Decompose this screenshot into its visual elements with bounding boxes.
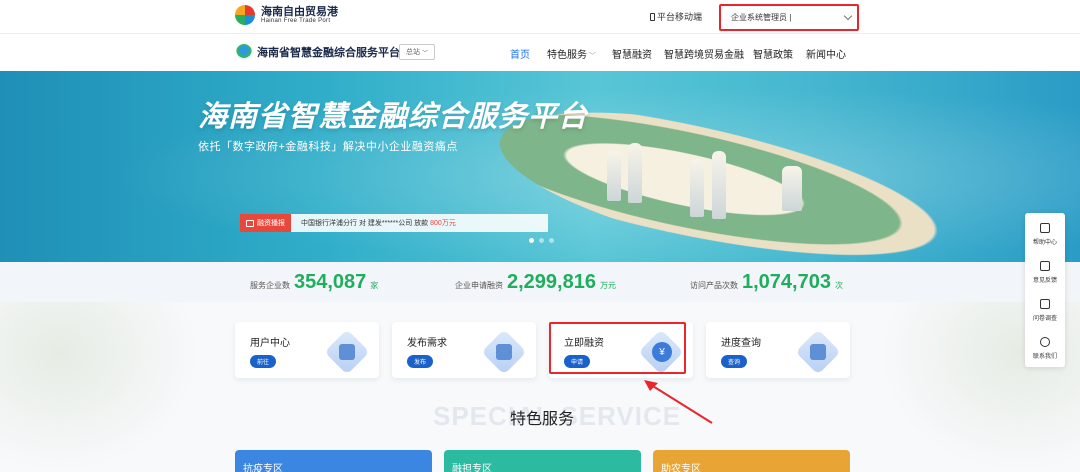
stat-value: 2,299,816: [507, 271, 596, 293]
carousel-dots: [529, 238, 554, 243]
chevron-down-icon: ﹀: [421, 50, 428, 57]
hainan-ftp-logo[interactable]: 海南自由贸易港 Hainan Free Trade Port: [235, 5, 338, 25]
stat-unit: 次: [834, 281, 843, 290]
chevron-down-icon: [843, 11, 853, 21]
query-button[interactable]: 查询: [721, 355, 748, 368]
section-title: 特色服务: [510, 411, 575, 428]
zone-agriculture[interactable]: 助农专区: [653, 450, 850, 472]
go-button[interactable]: 前往: [250, 355, 277, 368]
stat-product-visits: 访问产品次数 1,074,703 次: [690, 271, 843, 294]
stat-value: 1,074,703: [742, 271, 831, 293]
card-title: 发布需求: [407, 338, 447, 349]
contact-us-button[interactable]: 联系我们: [1025, 331, 1065, 367]
platform-logo-icon: [236, 44, 252, 60]
banner-tower-image: [712, 151, 726, 219]
stats-bar: 服务企业数 354,087 家 企业申请融资 2,299,816 万元 访问产品…: [0, 262, 1080, 302]
stat-unit: 万元: [599, 281, 616, 290]
carousel-dot[interactable]: [539, 238, 544, 243]
ticker-message-text: 中国银行洋浦分行 对 建发******公司 放款: [301, 220, 429, 227]
stat-value: 354,087: [294, 271, 367, 293]
publish-button[interactable]: 发布: [407, 355, 434, 368]
page: 海南自由贸易港 Hainan Free Trade Port 平台移动端 企业系…: [0, 0, 1080, 472]
card-title: 用户中心: [250, 338, 290, 349]
mobile-platform-label: 平台移动端: [657, 12, 703, 22]
nav-item-cross-border-finance[interactable]: 智慧跨境贸易金融: [664, 46, 744, 61]
chat-icon: [1040, 223, 1050, 233]
float-label: 问卷调查: [1032, 316, 1057, 322]
nav-item-home[interactable]: 首页: [510, 46, 530, 61]
survey-button[interactable]: 问卷调查: [1025, 293, 1065, 329]
hainan-logo-icon: [235, 5, 255, 25]
phone-icon: [1040, 337, 1050, 347]
main-content: 用户中心 前往 发布需求 发布 立即融资 申请 ¥ 进度查询 查询 SPECIA…: [0, 302, 1080, 472]
ticker-amount: 800万元: [430, 220, 456, 227]
user-role-highlight: 企业系统管理员 |: [719, 4, 859, 31]
apply-button[interactable]: 申请: [564, 355, 591, 368]
hero-banner[interactable]: 海南省智慧金融综合服务平台 依托「数字政府+金融科技」解决中小企业融资痛点 融资…: [0, 71, 1080, 262]
platform-name: 海南省智慧金融综合服务平台: [257, 47, 400, 59]
stat-label: 服务企业数: [250, 281, 290, 290]
ticker-tag: 融资播报: [240, 214, 291, 232]
user-role-select[interactable]: 企业系统管理员 |: [729, 9, 853, 26]
nav-item-special-services[interactable]: 特色服务 ﹀: [547, 46, 596, 61]
yuan-coin-icon: ¥: [652, 342, 672, 362]
card-user-center[interactable]: 用户中心 前往: [235, 322, 379, 378]
mobile-platform-link[interactable]: 平台移动端: [650, 10, 702, 23]
stat-served-companies: 服务企业数 354,087 家: [250, 271, 378, 294]
banner-tower-image: [628, 143, 642, 203]
nav-item-smart-policy[interactable]: 智慧政策: [753, 46, 793, 61]
nav-item-news[interactable]: 新闻中心: [806, 46, 846, 61]
feedback-button[interactable]: 意见反馈: [1025, 255, 1065, 291]
main-nav-bar: 海南省智慧金融综合服务平台 总站 ﹀ 首页 特色服务 ﹀ 智慧融资 智慧跨境贸易…: [0, 34, 1080, 71]
zone-anti-epidemic[interactable]: 抗疫专区: [235, 450, 432, 472]
nav-item-label: 特色服务: [547, 50, 587, 61]
float-label: 意见反馈: [1032, 278, 1057, 284]
palm-decoration: [0, 302, 200, 472]
stat-label: 企业申请融资: [455, 281, 503, 290]
platform-logo[interactable]: 海南省智慧金融综合服务平台: [236, 44, 400, 60]
monitor-icon: [339, 344, 355, 360]
card-progress-query[interactable]: 进度查询 查询: [706, 322, 850, 378]
card-title: 进度查询: [721, 338, 761, 349]
user-role-value: 企业系统管理员 |: [731, 13, 792, 22]
region-select[interactable]: 总站 ﹀: [399, 44, 435, 60]
speaker-icon: [246, 219, 254, 227]
stat-unit: 家: [370, 281, 379, 290]
card-publish-demand[interactable]: 发布需求 发布: [392, 322, 536, 378]
banner-subtitle: 依托「数字政府+金融科技」解决中小企业融资痛点: [198, 141, 458, 153]
banner-tower-image: [782, 166, 802, 211]
region-value: 总站: [405, 49, 420, 56]
card-title: 立即融资: [564, 338, 604, 349]
carousel-dot[interactable]: [529, 238, 534, 243]
ticker-tag-label: 融资播报: [257, 220, 285, 227]
logo-title-en: Hainan Free Trade Port: [261, 18, 331, 24]
float-label: 联系我们: [1032, 354, 1057, 360]
edit-icon: [1040, 261, 1050, 271]
logo-title-cn: 海南自由贸易港: [261, 6, 338, 18]
float-label: 帮助中心: [1032, 240, 1057, 246]
card-apply-financing[interactable]: 立即融资 申请 ¥: [549, 322, 693, 378]
ticker-message: 中国银行洋浦分行 对 建发******公司 放款 800万元: [291, 218, 456, 228]
stat-financing-applied: 企业申请融资 2,299,816 万元: [455, 271, 616, 294]
floating-help-menu: 帮助中心 意见反馈 问卷调查 联系我们: [1025, 213, 1065, 367]
edit-doc-icon: [496, 344, 512, 360]
zone-guarantee[interactable]: 融担专区: [444, 450, 641, 472]
top-bar: 海南自由贸易港 Hainan Free Trade Port 平台移动端 企业系…: [0, 0, 1080, 34]
carousel-dot[interactable]: [549, 238, 554, 243]
banner-tower-image: [690, 159, 704, 217]
stat-label: 访问产品次数: [690, 281, 738, 290]
financing-ticker[interactable]: 融资播报 中国银行洋浦分行 对 建发******公司 放款 800万元: [240, 214, 548, 232]
chevron-down-icon: ﹀: [587, 53, 596, 60]
nav-item-smart-financing[interactable]: 智慧融资: [612, 46, 652, 61]
mobile-phone-icon: [650, 12, 655, 21]
banner-title: 海南省智慧金融综合服务平台: [198, 101, 589, 133]
search-doc-icon: [810, 344, 826, 360]
help-center-button[interactable]: 帮助中心: [1025, 217, 1065, 253]
clipboard-icon: [1040, 299, 1050, 309]
banner-tower-image: [607, 151, 621, 201]
